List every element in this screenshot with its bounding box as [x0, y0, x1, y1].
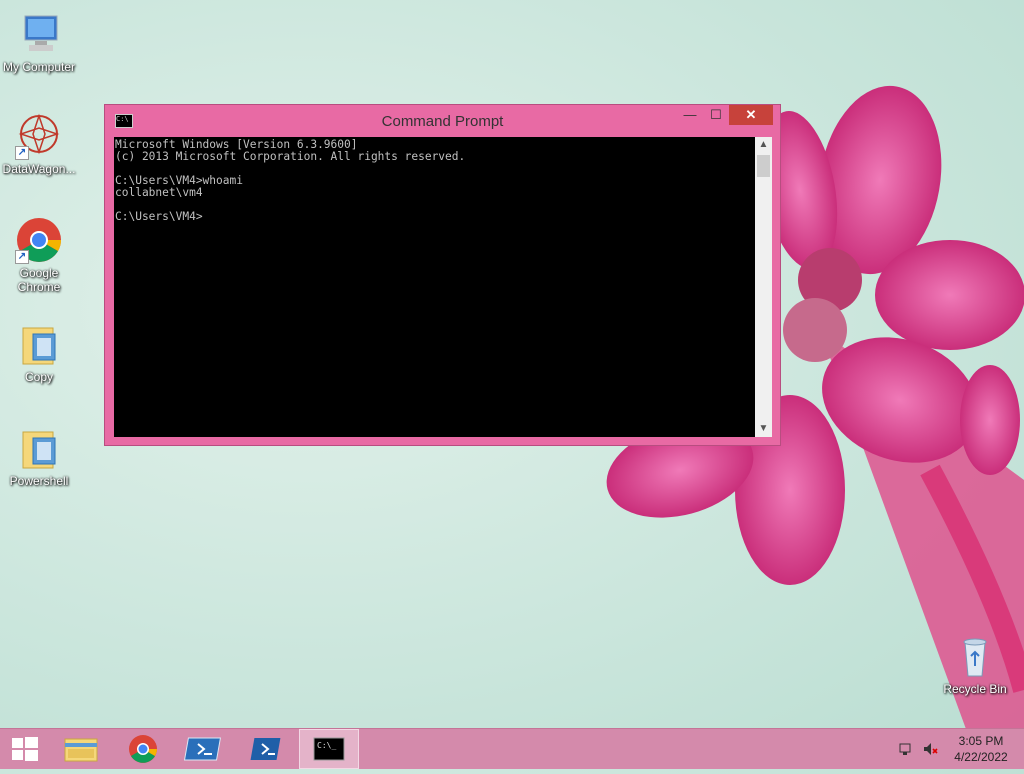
- taskbar-chrome[interactable]: [114, 729, 174, 769]
- start-button[interactable]: [0, 729, 60, 769]
- desktop-icon-recycle-bin[interactable]: Recycle Bin: [936, 632, 1014, 696]
- desktop-icon-label: Copy: [24, 370, 53, 384]
- taskbar: C:\_ 3:05 PM 4/22/2022: [0, 728, 1024, 769]
- vertical-scrollbar[interactable]: ▲ ▼: [755, 137, 772, 437]
- scroll-thumb[interactable]: [757, 155, 770, 177]
- folder-icon: [15, 320, 63, 368]
- network-icon[interactable]: [898, 741, 914, 757]
- folder-icon: [64, 738, 98, 762]
- recycle-bin-icon: [951, 632, 999, 680]
- desktop-icon-copy[interactable]: Copy: [0, 320, 78, 384]
- clock-date: 4/22/2022: [954, 750, 1008, 764]
- desktop-icon-label: Recycle Bin: [943, 682, 1007, 696]
- clock-time: 3:05 PM: [958, 734, 1004, 748]
- powershell-icon: [250, 738, 281, 760]
- window-titlebar[interactable]: C:\ Command Prompt — ☐ ✕: [105, 105, 780, 137]
- taskbar-powershell[interactable]: [238, 729, 298, 769]
- folder-icon: [15, 424, 63, 472]
- desktop-icon-label: Google Chrome: [17, 266, 61, 294]
- minimize-button[interactable]: —: [677, 105, 703, 125]
- scroll-up-icon[interactable]: ▲: [755, 137, 772, 153]
- chrome-icon: [129, 735, 157, 763]
- taskbar-file-explorer[interactable]: [52, 729, 112, 769]
- system-clock[interactable]: 3:05 PM 4/22/2022: [944, 733, 1018, 765]
- desktop-icon-label: DataWagon...: [2, 162, 76, 176]
- datawagon-icon: ↗: [15, 112, 63, 160]
- shortcut-arrow-icon: ↗: [15, 250, 29, 264]
- close-button[interactable]: ✕: [729, 105, 773, 125]
- scroll-down-icon[interactable]: ▼: [755, 421, 772, 437]
- taskbar-command-prompt[interactable]: C:\_: [299, 729, 359, 769]
- computer-icon: [15, 10, 63, 58]
- powershell-icon: [183, 737, 222, 761]
- desktop-icon-label: My Computer: [2, 60, 76, 74]
- desktop-icon-my-computer[interactable]: My Computer: [0, 10, 78, 74]
- windows-logo-icon: [12, 737, 38, 761]
- desktop-icon-datawagon[interactable]: ↗ DataWagon...: [0, 112, 78, 176]
- chrome-icon: ↗: [15, 216, 63, 264]
- desktop-icon-powershell[interactable]: Powershell: [0, 424, 78, 488]
- shortcut-arrow-icon: ↗: [15, 146, 29, 160]
- desktop-icon-label: Powershell: [9, 474, 69, 488]
- console-output[interactable]: Microsoft Windows [Version 6.3.9600] (c)…: [114, 137, 755, 437]
- cmd-icon-text: C:\_: [317, 741, 337, 750]
- maximize-button[interactable]: ☐: [703, 105, 729, 125]
- volume-muted-icon[interactable]: [922, 741, 938, 757]
- command-prompt-window[interactable]: C:\ Command Prompt — ☐ ✕ Microsoft Windo…: [104, 104, 781, 446]
- taskbar-powershell-ise[interactable]: [176, 729, 236, 769]
- desktop-icon-google-chrome[interactable]: ↗ Google Chrome: [0, 216, 78, 294]
